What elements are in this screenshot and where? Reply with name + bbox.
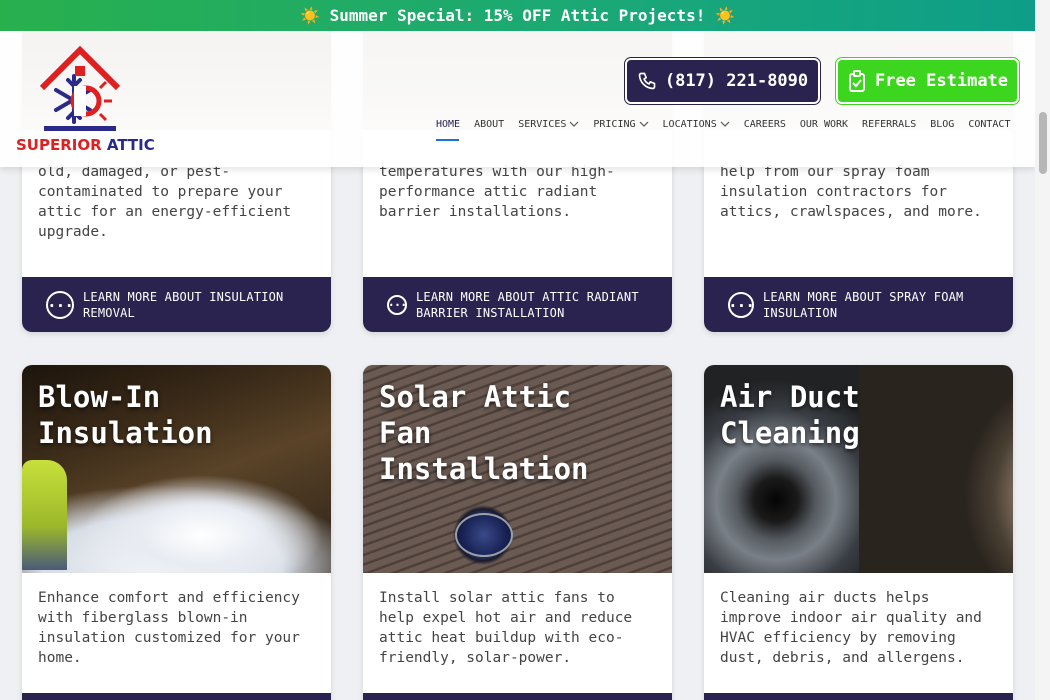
card-description: old, damaged, or pest-contaminated to pr… bbox=[38, 164, 292, 240]
nav-about[interactable]: ABOUT bbox=[474, 117, 504, 131]
clipboard-check-icon bbox=[848, 70, 865, 92]
card-image: Solar Attic Fan Installation bbox=[363, 365, 672, 573]
nav-contact[interactable]: CONTACT bbox=[968, 117, 1010, 131]
card-title: Air Duct Cleaning bbox=[720, 380, 860, 450]
service-card-blow-in-insulation[interactable]: Blow-In Insulation Enhance comfort and e… bbox=[22, 365, 331, 700]
card-image: Air Duct Cleaning bbox=[704, 365, 1013, 573]
scrollbar-thumb[interactable] bbox=[1039, 112, 1047, 174]
phone-button[interactable]: (817) 221-8090 bbox=[624, 57, 821, 105]
more-dots-icon: ... bbox=[387, 295, 407, 315]
more-dots-icon: ... bbox=[46, 291, 74, 319]
promo-banner[interactable]: ☀️ Summer Special: 15% OFF Attic Project… bbox=[0, 0, 1035, 31]
card-description: temperatures with our high-performance a… bbox=[379, 164, 615, 220]
card-title: Solar Attic Fan Installation bbox=[379, 380, 589, 486]
nav-blog[interactable]: BLOG bbox=[930, 117, 954, 131]
card-image: Blow-In Insulation bbox=[22, 365, 331, 573]
phone-icon bbox=[638, 72, 656, 90]
card-description: help from our spray foam insulation cont… bbox=[720, 164, 982, 220]
site-header: SUPERIOR ATTIC (817) 221-8090 Free Estim… bbox=[0, 31, 1035, 167]
card-description: Install solar attic fans to help expel h… bbox=[379, 590, 633, 666]
learn-more-button[interactable] bbox=[704, 693, 1013, 700]
free-estimate-label: Free Estimate bbox=[874, 71, 1009, 91]
chevron-down-icon bbox=[569, 121, 579, 127]
worker-figure bbox=[22, 460, 67, 570]
chevron-down-icon bbox=[720, 121, 730, 127]
main-nav: HOME ABOUT SERVICES PRICING LOCATIONS CA… bbox=[436, 117, 1010, 141]
nav-careers[interactable]: CAREERS bbox=[744, 117, 786, 131]
nav-pricing[interactable]: PRICING bbox=[593, 117, 648, 131]
card-title: Blow-In Insulation bbox=[38, 380, 213, 450]
page-scrollbar[interactable] bbox=[1035, 0, 1050, 700]
learn-more-button[interactable] bbox=[22, 693, 331, 700]
learn-more-button[interactable] bbox=[363, 693, 672, 700]
nav-locations[interactable]: LOCATIONS bbox=[663, 117, 730, 131]
service-card-air-duct-cleaning[interactable]: Air Duct Cleaning Cleaning air ducts hel… bbox=[704, 365, 1013, 700]
learn-more-button[interactable]: ... LEARN MORE ABOUT ATTIC RADIANT BARRI… bbox=[363, 277, 672, 332]
learn-more-button[interactable]: ... LEARN MORE ABOUT INSULATION REMOVAL bbox=[22, 277, 331, 332]
free-estimate-button[interactable]: Free Estimate bbox=[835, 57, 1020, 105]
promo-banner-text: ☀️ Summer Special: 15% OFF Attic Project… bbox=[300, 6, 735, 25]
chevron-down-icon bbox=[639, 121, 648, 127]
superior-attic-logo[interactable]: SUPERIOR ATTIC bbox=[14, 45, 155, 156]
house-snowflake-logo-icon bbox=[39, 45, 121, 131]
learn-more-button[interactable]: ... LEARN MORE ABOUT SPRAY FOAM INSULATI… bbox=[704, 277, 1013, 332]
card-description: Cleaning air ducts helps improve indoor … bbox=[720, 590, 982, 666]
solar-fan-icon bbox=[455, 513, 513, 557]
more-dots-icon: ... bbox=[728, 292, 755, 318]
nav-home[interactable]: HOME bbox=[436, 117, 460, 141]
service-card-solar-attic-fan[interactable]: Solar Attic Fan Installation Install sol… bbox=[363, 365, 672, 700]
nav-referrals[interactable]: REFERRALS bbox=[862, 117, 916, 131]
card-description: Enhance comfort and efficiency with fibe… bbox=[38, 590, 300, 666]
nav-services[interactable]: SERVICES bbox=[518, 117, 579, 131]
phone-number: (817) 221-8090 bbox=[664, 71, 809, 91]
nav-active-underline bbox=[436, 139, 459, 141]
logo-wordmark: SUPERIOR ATTIC bbox=[16, 136, 155, 154]
nav-our-work[interactable]: OUR WORK bbox=[800, 117, 848, 131]
